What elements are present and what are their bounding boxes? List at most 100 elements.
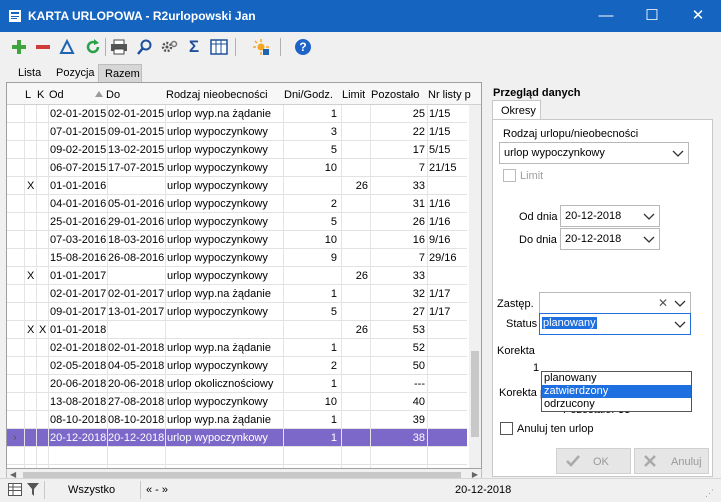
filter-icon[interactable]	[27, 483, 39, 499]
table-row[interactable]: 02-01-2015 02-01-2015 urlop wyp.na żądanie…	[7, 105, 467, 123]
vacation-table[interactable]: L K Od Do Rodzaj nieobecności Dni/Godz. …	[6, 82, 482, 469]
table-row[interactable]	[7, 447, 467, 465]
cell-pozostalo: ---	[414, 378, 425, 390]
view-tabs: Lista Pozycja Razem	[0, 62, 721, 82]
col-rodzaj-header[interactable]: Rodzaj nieobecności	[166, 89, 268, 101]
cell-rodzaj: urlop wypoczynkowy	[167, 252, 268, 264]
table-row[interactable]: 07-01-2015 09-01-2015 urlop wypoczynkowy 3 2…	[7, 123, 467, 141]
chevron-down-icon[interactable]	[674, 297, 686, 312]
table-row[interactable]: X 01-01-2016 urlop wypoczynkowy 26 33	[7, 177, 467, 195]
chevron-down-icon	[643, 210, 655, 225]
table-row[interactable]: 13-08-2018 27-08-2018 urlop wypoczynkowy 10…	[7, 393, 467, 411]
rodzaj-select[interactable]: urlop wypoczynkowy	[499, 142, 689, 164]
col-do-header[interactable]: Do	[95, 89, 120, 101]
table-row[interactable]: 09-01-2017 13-01-2017 urlop wypoczynkowy 5 2…	[7, 303, 467, 321]
cell-pozostalo: 25	[412, 108, 425, 120]
status-option-planowany[interactable]: planowany	[542, 372, 691, 385]
table-row[interactable]: 20-06-2018 20-06-2018 urlop okolicznościow…	[7, 375, 467, 393]
refresh-icon[interactable]	[82, 36, 104, 58]
check-icon	[565, 454, 581, 471]
table-row[interactable]: X X 01-01-2018 26 53	[7, 321, 467, 339]
sum-icon[interactable]: Σ	[183, 36, 205, 58]
cell-limit: 26	[355, 180, 368, 192]
tab-pozycja[interactable]: Pozycja	[50, 64, 101, 82]
settings-icon[interactable]	[158, 36, 180, 58]
cell-rodzaj: urlop wyp.na żądanie	[167, 414, 271, 426]
add-icon[interactable]	[8, 36, 30, 58]
cell-od: 08-10-2018	[50, 414, 107, 426]
close-button[interactable]: ✕	[675, 0, 721, 32]
table-row[interactable]: X 01-01-2017 urlop wypoczynkowy 26 33	[7, 267, 467, 285]
tab-okresy[interactable]: Okresy	[492, 100, 541, 120]
table-row[interactable]: 09-02-2015 13-02-2015 urlop wypoczynkowy 5 1…	[7, 141, 467, 159]
cell-do: 02-01-2017	[108, 288, 165, 300]
zastep-select[interactable]: ✕	[539, 292, 691, 314]
status-bar: Wszystko « - » 20-12-2018 ⋰	[0, 478, 721, 502]
table-row[interactable]: › 20-12-2018 20-12-2018 urlop wypoczynkowy 1…	[7, 429, 467, 447]
od-date-field[interactable]: 20-12-2018	[560, 205, 660, 227]
col-l-header[interactable]: L	[25, 89, 31, 101]
remove-icon[interactable]	[32, 36, 54, 58]
cell-od: 07-01-2015	[50, 126, 107, 138]
vertical-scroll-thumb[interactable]	[471, 351, 479, 437]
anuluj-checkbox[interactable]	[500, 422, 513, 435]
cell-do: 20-06-2018	[108, 378, 165, 390]
svg-text:?: ?	[299, 40, 306, 54]
cell-dni: 9	[330, 252, 337, 264]
cell-pozostalo: 40	[412, 396, 425, 408]
status-dropdown-list[interactable]: planowany zatwierdzony odrzucony	[541, 371, 692, 412]
cell-dni: 1	[330, 342, 337, 354]
cell-pozostalo: 7	[418, 252, 425, 264]
table-row[interactable]: 25-01-2016 29-01-2016 urlop wypoczynkowy 5 2…	[7, 213, 467, 231]
col-limit-header[interactable]: Limit	[342, 89, 365, 101]
do-date-field[interactable]: 20-12-2018	[560, 228, 660, 250]
table-row[interactable]: 06-07-2015 17-07-2015 urlop wypoczynkowy 10…	[7, 159, 467, 177]
cell-do: 05-01-2016	[108, 198, 165, 210]
tab-lista[interactable]: Lista	[12, 64, 47, 82]
col-nr-header[interactable]: Nr listy p	[428, 89, 471, 101]
vertical-scrollbar[interactable]	[469, 105, 481, 468]
record-navigator[interactable]: « - »	[146, 484, 168, 496]
status-option-odrzucony[interactable]: odrzucony	[542, 398, 691, 411]
cell-pozostalo: 33	[412, 270, 425, 282]
search-icon[interactable]	[134, 36, 156, 58]
resize-grip-icon[interactable]: ⋰	[705, 488, 714, 499]
cell-dni: 10	[324, 396, 337, 408]
table-row[interactable]: 02-01-2017 02-01-2017 urlop wyp.na żądanie…	[7, 285, 467, 303]
col-od-header[interactable]: Od	[49, 89, 64, 101]
minimize-button[interactable]: —	[583, 0, 629, 32]
sun-icon[interactable]	[250, 36, 272, 58]
status-option-zatwierdzony[interactable]: zatwierdzony	[542, 385, 691, 398]
cell-do: 18-03-2016	[108, 234, 165, 246]
list-icon[interactable]	[8, 483, 22, 499]
delta-icon[interactable]	[56, 36, 78, 58]
cell-rodzaj: urlop wypoczynkowy	[167, 306, 268, 318]
limit-label: Limit	[520, 170, 544, 182]
table-row[interactable]: 15-08-2016 26-08-2016 urlop wypoczynkowy 9 7…	[7, 249, 467, 267]
cell-rodzaj: urlop wypoczynkowy	[167, 270, 268, 282]
table-row[interactable]: 04-01-2016 05-01-2016 urlop wypoczynkowy 2 3…	[7, 195, 467, 213]
limit-checkbox[interactable]	[503, 169, 516, 182]
maximize-button[interactable]: ☐	[629, 0, 675, 32]
status-select[interactable]: planowany	[539, 313, 691, 335]
ok-button[interactable]: OK	[556, 448, 631, 474]
col-pozostalo-header[interactable]: Pozostało	[371, 89, 419, 101]
print-icon[interactable]	[108, 36, 130, 58]
help-icon[interactable]: ?	[292, 36, 314, 58]
cell-pozostalo: 38	[412, 432, 425, 444]
clear-icon[interactable]: ✕	[658, 296, 668, 310]
table-row[interactable]: 02-05-2018 04-05-2018 urlop wypoczynkowy 2 5…	[7, 357, 467, 375]
chevron-down-icon[interactable]	[674, 318, 686, 333]
table-row[interactable]: 02-01-2018 02-01-2018 urlop wyp.na żądanie…	[7, 339, 467, 357]
cancel-button[interactable]: Anuluj	[634, 448, 709, 474]
filter-value[interactable]: Wszystko	[68, 484, 115, 496]
col-dni-header[interactable]: Dni/Godz.	[284, 89, 333, 101]
app-icon	[9, 10, 21, 22]
col-k-header[interactable]: K	[37, 89, 44, 101]
rodzaj-label: Rodzaj urlopu/nieobecności	[503, 128, 639, 140]
cell-od: 01-01-2018	[50, 324, 107, 336]
table-row[interactable]: 08-10-2018 08-10-2018 urlop wyp.na żądanie…	[7, 411, 467, 429]
tab-razem[interactable]: Razem	[98, 64, 142, 82]
columns-icon[interactable]	[208, 36, 230, 58]
table-row[interactable]: 07-03-2016 18-03-2016 urlop wypoczynkowy 10…	[7, 231, 467, 249]
